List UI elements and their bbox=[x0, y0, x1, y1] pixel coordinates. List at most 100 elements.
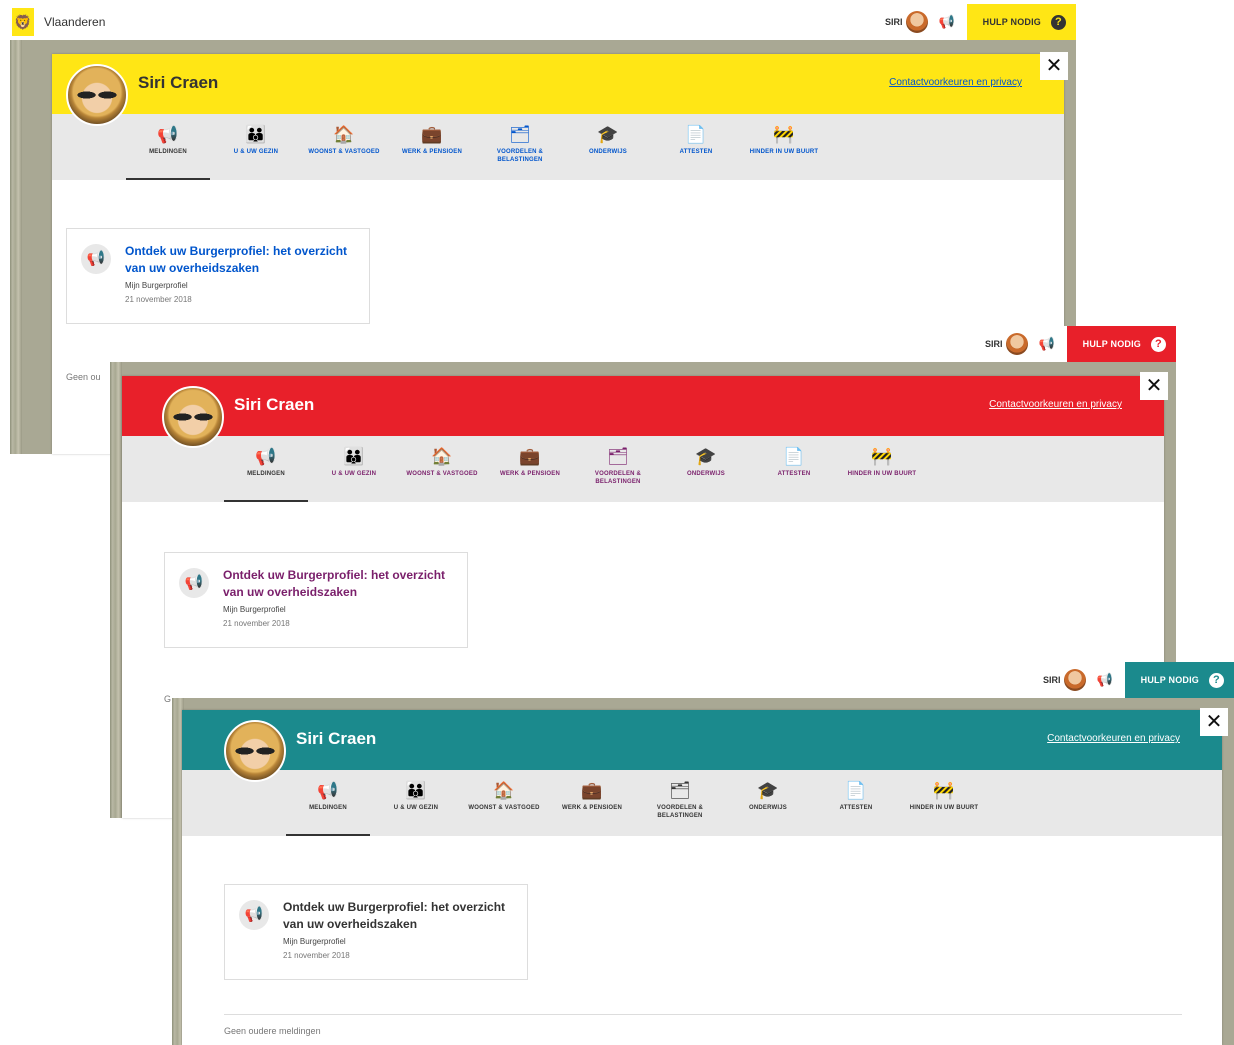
header-username[interactable]: SIRI bbox=[1043, 675, 1061, 685]
profile-avatar bbox=[224, 720, 286, 782]
screenshot-teal: SIRI 📢 HULP NODIG ? Siri Craen Contactvo… bbox=[172, 662, 1234, 1045]
notification-title[interactable]: Ontdek uw Burgerprofiel: het overzicht v… bbox=[223, 567, 453, 601]
profile-header: Siri Craen Contactvoorkeuren en privacy bbox=[122, 376, 1164, 448]
tab-meldingen[interactable]: 📢 MELDINGEN bbox=[284, 770, 372, 836]
house-icon: 🏠 bbox=[333, 125, 355, 144]
briefcase-icon: 💼 bbox=[581, 781, 603, 800]
megaphone-icon: 📢 bbox=[81, 244, 111, 274]
megaphone-icon[interactable]: 📢 bbox=[1096, 672, 1112, 688]
notification-source: Mijn Burgerprofiel bbox=[223, 605, 286, 614]
certificate-icon: 📄 bbox=[685, 125, 707, 144]
tab-gezin[interactable]: 👪 U & UW GEZIN bbox=[310, 436, 398, 502]
privacy-link[interactable]: Contactvoorkeuren en privacy bbox=[1047, 733, 1180, 744]
documents-icon: 🗂 bbox=[607, 447, 629, 466]
tab-woonst[interactable]: 🏠 WOONST & VASTGOED bbox=[398, 436, 486, 502]
house-icon: 🏠 bbox=[493, 781, 515, 800]
profile-tabs: 📢 MELDINGEN 👪 U & UW GEZIN 🏠 WOONST & VASTG… bbox=[52, 114, 1064, 180]
tab-voordelen[interactable]: 🗂 VOORDELEN & BELASTINGEN bbox=[574, 436, 662, 502]
help-label: HULP NODIG bbox=[982, 17, 1041, 27]
megaphone-icon: 📢 bbox=[179, 568, 209, 598]
profile-name: Siri Craen bbox=[138, 73, 219, 92]
megaphone-icon[interactable]: 📢 bbox=[1038, 336, 1054, 352]
help-button[interactable]: HULP NODIG ? bbox=[1124, 662, 1234, 698]
close-icon[interactable]: ✕ bbox=[1200, 708, 1228, 736]
tab-onderwijs[interactable]: 🎓 ONDERWIJS bbox=[724, 770, 812, 836]
tab-attesten[interactable]: 📄 ATTESTEN bbox=[750, 436, 838, 502]
road-sign-icon: 🚧 bbox=[871, 447, 893, 466]
documents-icon: 🗂 bbox=[509, 125, 531, 144]
notification-title[interactable]: Ontdek uw Burgerprofiel: het overzicht v… bbox=[283, 899, 513, 933]
tab-attesten[interactable]: 📄 ATTESTEN bbox=[812, 770, 900, 836]
megaphone-icon[interactable]: 📢 bbox=[938, 14, 954, 30]
documents-icon: 🗂 bbox=[669, 781, 691, 800]
profile-header: Siri Craen Contactvoorkeuren en privacy bbox=[182, 710, 1222, 782]
graduation-cap-icon: 🎓 bbox=[695, 447, 717, 466]
question-icon: ? bbox=[1051, 14, 1066, 30]
tab-woonst[interactable]: 🏠 WOONST & VASTGOED bbox=[460, 770, 548, 836]
privacy-link[interactable]: Contactvoorkeuren en privacy bbox=[889, 77, 1022, 88]
avatar[interactable] bbox=[1064, 669, 1087, 691]
help-button[interactable]: HULP NODIG ? bbox=[966, 4, 1076, 40]
tab-voordelen[interactable]: 🗂 VOORDELEN & BELASTINGEN bbox=[636, 770, 724, 836]
tab-gezin[interactable]: 👪 U & UW GEZIN bbox=[372, 770, 460, 836]
tab-onderwijs[interactable]: 🎓 ONDERWIJS bbox=[662, 436, 750, 502]
megaphone-icon: 📢 bbox=[255, 447, 277, 466]
avatar[interactable] bbox=[1006, 333, 1029, 355]
help-button[interactable]: HULP NODIG ? bbox=[1066, 326, 1176, 362]
profile-tabs: 📢 MELDINGEN 👪 U & UW GEZIN 🏠 WOONST & VASTG… bbox=[122, 436, 1164, 502]
tab-meldingen[interactable]: 📢 MELDINGEN bbox=[124, 114, 212, 180]
profile-avatar bbox=[66, 64, 128, 126]
notification-card[interactable]: 📢 Ontdek uw Burgerprofiel: het overzicht… bbox=[224, 884, 528, 980]
avatar[interactable] bbox=[906, 11, 929, 33]
privacy-link[interactable]: Contactvoorkeuren en privacy bbox=[989, 399, 1122, 410]
question-icon: ? bbox=[1209, 672, 1224, 688]
divider bbox=[224, 1014, 1182, 1015]
graduation-cap-icon: 🎓 bbox=[597, 125, 619, 144]
tab-onderwijs[interactable]: 🎓 ONDERWIJS bbox=[564, 114, 652, 180]
notification-source: Mijn Burgerprofiel bbox=[283, 937, 346, 946]
road-sign-icon: 🚧 bbox=[933, 781, 955, 800]
tab-werk[interactable]: 💼 WERK & PENSIOEN bbox=[548, 770, 636, 836]
close-icon[interactable]: ✕ bbox=[1140, 372, 1168, 400]
site-name[interactable]: Vlaanderen bbox=[44, 15, 105, 29]
tab-woonst[interactable]: 🏠 WOONST & VASTGOED bbox=[300, 114, 388, 180]
header-username[interactable]: SIRI bbox=[885, 17, 903, 27]
close-icon[interactable]: ✕ bbox=[1040, 52, 1068, 80]
help-label: HULP NODIG bbox=[1082, 339, 1141, 349]
tab-werk[interactable]: 💼 WERK & PENSIOEN bbox=[388, 114, 476, 180]
road-sign-icon: 🚧 bbox=[773, 125, 795, 144]
house-icon: 🏠 bbox=[431, 447, 453, 466]
tab-attesten[interactable]: 📄 ATTESTEN bbox=[652, 114, 740, 180]
certificate-icon: 📄 bbox=[783, 447, 805, 466]
global-header: SIRI 📢 HULP NODIG ? bbox=[110, 326, 1176, 362]
profile-header: Siri Craen Contactvoorkeuren en privacy bbox=[52, 54, 1064, 126]
notification-card[interactable]: 📢 Ontdek uw Burgerprofiel: het overzicht… bbox=[66, 228, 370, 324]
global-header: SIRI 📢 HULP NODIG ? bbox=[172, 662, 1234, 698]
profile-avatar bbox=[162, 386, 224, 448]
older-notifications-text: Geen oudere meldingen bbox=[224, 1026, 321, 1036]
notification-title[interactable]: Ontdek uw Burgerprofiel: het overzicht v… bbox=[125, 243, 355, 277]
notification-source: Mijn Burgerprofiel bbox=[125, 281, 188, 290]
briefcase-icon: 💼 bbox=[519, 447, 541, 466]
family-icon: 👪 bbox=[245, 125, 267, 144]
question-icon: ? bbox=[1151, 336, 1166, 352]
tab-hinder[interactable]: 🚧 HINDER IN UW BUURT bbox=[740, 114, 828, 180]
family-icon: 👪 bbox=[405, 781, 427, 800]
tab-hinder[interactable]: 🚧 HINDER IN UW BUURT bbox=[900, 770, 988, 836]
tab-werk[interactable]: 💼 WERK & PENSIOEN bbox=[486, 436, 574, 502]
tab-hinder[interactable]: 🚧 HINDER IN UW BUURT bbox=[838, 436, 926, 502]
header-username[interactable]: SIRI bbox=[985, 339, 1003, 349]
megaphone-icon: 📢 bbox=[239, 900, 269, 930]
megaphone-icon: 📢 bbox=[317, 781, 339, 800]
tab-meldingen[interactable]: 📢 MELDINGEN bbox=[222, 436, 310, 502]
profile-name: Siri Craen bbox=[234, 395, 315, 414]
tab-voordelen[interactable]: 🗂 VOORDELEN & BELASTINGEN bbox=[476, 114, 564, 180]
megaphone-icon: 📢 bbox=[157, 125, 179, 144]
notification-card[interactable]: 📢 Ontdek uw Burgerprofiel: het overzicht… bbox=[164, 552, 468, 648]
flemish-lion-logo-icon[interactable]: 🦁 bbox=[12, 8, 34, 36]
family-icon: 👪 bbox=[343, 447, 365, 466]
briefcase-icon: 💼 bbox=[421, 125, 443, 144]
help-label: HULP NODIG bbox=[1140, 675, 1199, 685]
notification-date: 21 november 2018 bbox=[283, 951, 350, 960]
tab-gezin[interactable]: 👪 U & UW GEZIN bbox=[212, 114, 300, 180]
